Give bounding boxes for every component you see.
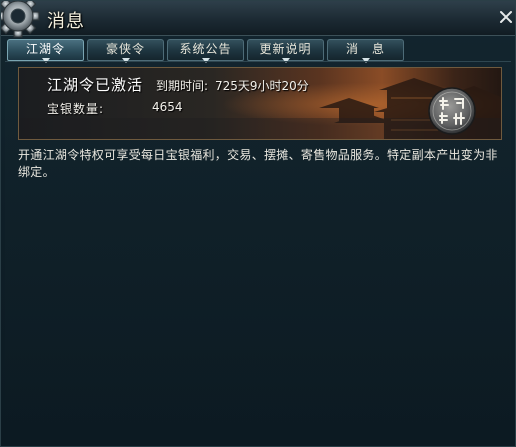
gear-icon (1, 1, 40, 38)
tab-label: 消 息 (345, 42, 385, 56)
expire-label: 到期时间: (156, 79, 209, 93)
tab-label: 江湖令 (25, 42, 65, 56)
tab-system-notice[interactable]: 系统公告 (167, 39, 244, 63)
message-window: 消息 江湖令 豪侠令 系统公告 更新说明 消 息 江湖令已激活 到期时间: 72… (0, 0, 516, 447)
tab-messages[interactable]: 消 息 (327, 39, 404, 63)
tab-jianghu-ling[interactable]: 江湖令 (7, 39, 84, 63)
silver-label: 宝银数量: (47, 102, 105, 116)
tab-update-notes[interactable]: 更新说明 (247, 39, 324, 63)
tab-label: 豪侠令 (105, 42, 145, 56)
tab-haoxia-ling[interactable]: 豪侠令 (87, 39, 164, 63)
title-bar: 消息 (1, 1, 515, 38)
membership-status: 江湖令已激活 (47, 76, 144, 94)
silver-value: 4654 (152, 100, 183, 114)
tab-label: 更新说明 (259, 42, 312, 56)
close-icon[interactable] (498, 9, 514, 25)
tab-divider (5, 61, 511, 62)
expire-value: 725天9小时20分 (215, 79, 309, 93)
membership-description: 开通江湖令特权可享受每日宝银福利，交易、摆摊、寄售物品服务。特定副本产出变为非绑… (18, 148, 498, 179)
tab-bar: 江湖令 豪侠令 系统公告 更新说明 消 息 (7, 39, 404, 63)
window-title: 消息 (47, 11, 85, 32)
membership-banner: 江湖令已激活 到期时间: 725天9小时20分 宝银数量: 4654 (18, 67, 502, 140)
daily-reward-seal-icon (428, 87, 476, 135)
tab-label: 系统公告 (179, 42, 232, 56)
